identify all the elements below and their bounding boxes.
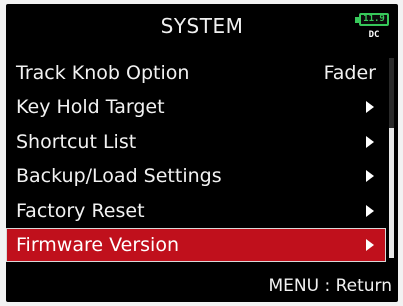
menu-item-track-knob-option[interactable]: Track Knob Option Fader <box>6 56 386 90</box>
menu-item-key-hold-target[interactable]: Key Hold Target <box>6 90 386 124</box>
system-menu-list: Track Knob Option Fader Key Hold Target … <box>6 56 386 262</box>
device-bezel: SYSTEM 11.9 DC Track Knob Option Fader K… <box>0 0 403 306</box>
battery-level: 11.9 <box>363 14 385 24</box>
play-triangle-icon <box>366 238 374 251</box>
menu-return-hint: MENU : Return <box>268 276 392 296</box>
menu-item-value: Fader <box>323 62 376 84</box>
play-triangle-icon <box>366 170 374 183</box>
menu-item-label: Shortcut List <box>16 130 137 153</box>
menu-item-label: Backup/Load Settings <box>16 165 222 188</box>
scrollbar-thumb[interactable] <box>389 128 394 258</box>
play-triangle-icon <box>366 204 374 217</box>
play-triangle-icon <box>366 101 374 114</box>
menu-item-label: Factory Reset <box>16 199 145 222</box>
power-source-label: DC <box>368 30 380 40</box>
title-bar: SYSTEM 11.9 DC <box>6 4 398 50</box>
page-title: SYSTEM <box>160 14 244 38</box>
menu-item-shortcut-list[interactable]: Shortcut List <box>6 125 386 159</box>
menu-item-factory-reset[interactable]: Factory Reset <box>6 194 386 228</box>
menu-scrollbar[interactable] <box>389 58 394 258</box>
menu-item-label: Track Knob Option <box>16 62 190 84</box>
lcd-screen: SYSTEM 11.9 DC Track Knob Option Fader K… <box>6 4 398 302</box>
menu-item-firmware-version[interactable]: Firmware Version <box>6 227 386 262</box>
menu-item-label: Key Hold Target <box>16 96 165 119</box>
play-triangle-icon <box>366 135 374 148</box>
menu-item-backup-load-settings[interactable]: Backup/Load Settings <box>6 159 386 193</box>
battery-icon: 11.9 <box>359 13 389 26</box>
menu-item-label: Firmware Version <box>16 233 179 256</box>
